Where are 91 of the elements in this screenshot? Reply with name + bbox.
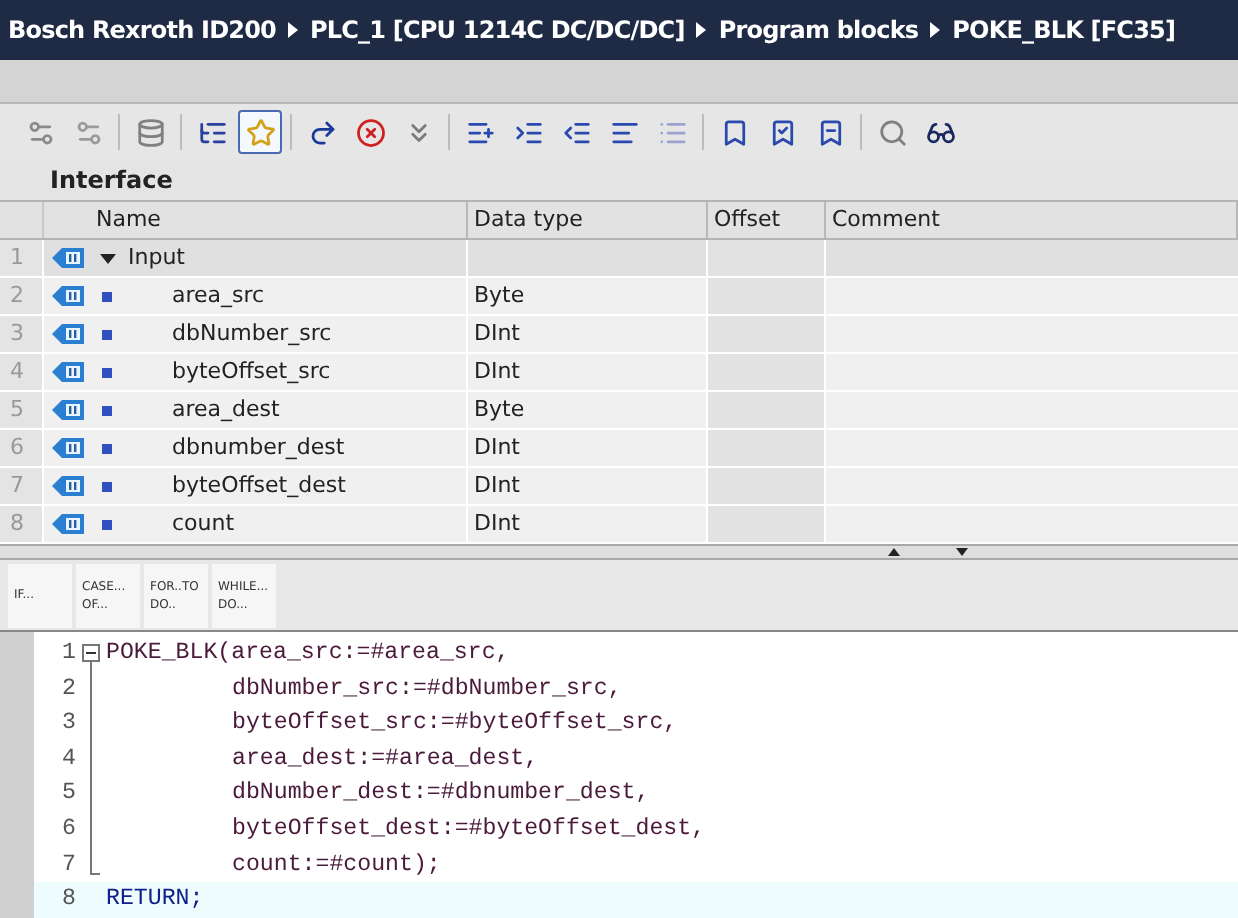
table-cell xyxy=(708,468,826,504)
table-row[interactable]: 5 area_dest Byte xyxy=(0,392,1238,430)
section-title: Interface xyxy=(50,164,173,198)
parameter-icon xyxy=(51,362,83,382)
table-row[interactable]: 3 dbNumber_src DInt xyxy=(0,316,1238,354)
caret-icon[interactable] xyxy=(100,250,116,266)
line-number: 4 xyxy=(60,743,76,776)
settings-icon xyxy=(73,117,103,147)
bullet-icon xyxy=(102,481,112,491)
table-cell xyxy=(708,354,826,390)
column-header[interactable]: Comment xyxy=(826,202,1238,238)
database-icon xyxy=(135,117,165,147)
chevron-right-icon xyxy=(930,22,941,38)
column-header[interactable]: Data type xyxy=(468,202,708,238)
column-header[interactable]: Offset xyxy=(708,202,826,238)
parameter-icon xyxy=(51,324,83,344)
row-number: 5 xyxy=(0,392,44,428)
bullet-icon xyxy=(102,443,112,453)
row-number: 8 xyxy=(0,506,44,542)
remove-icon xyxy=(355,117,385,147)
toolbar-button[interactable] xyxy=(238,110,282,154)
glasses-icon xyxy=(925,117,955,147)
parameter-icon xyxy=(51,248,83,268)
breadcrumb-item[interactable]: PLC_1 [CPU 1214C DC/DC/DC] xyxy=(309,12,685,48)
row-number: 7 xyxy=(0,468,44,504)
section-name: Input xyxy=(128,241,185,274)
settings-icon xyxy=(25,117,55,147)
parameter-name: byteOffset_dest xyxy=(172,469,346,502)
row-number: 6 xyxy=(0,430,44,466)
parameter-icon xyxy=(51,286,83,306)
parameter-icon xyxy=(51,438,83,458)
parameter-name: count xyxy=(172,507,235,540)
code-line: POKE_BLK(area_src:=#area_src, xyxy=(106,638,510,671)
line-number: 2 xyxy=(60,673,76,706)
star-icon xyxy=(245,117,275,147)
parameter-name: dbNumber_src xyxy=(172,317,332,350)
breadcrumb-item[interactable]: Bosch Rexroth ID200 xyxy=(8,12,276,48)
indent-icon xyxy=(513,117,543,147)
parameter-icon xyxy=(51,400,83,420)
parameter-name: dbnumber_dest xyxy=(172,431,345,464)
redo-icon xyxy=(307,117,337,147)
line-number: 8 xyxy=(60,884,76,917)
table-cell xyxy=(708,278,826,314)
line-number: 3 xyxy=(60,708,76,741)
bookmark-icon xyxy=(719,117,749,147)
row-number: 4 xyxy=(0,354,44,390)
chevron-right-icon xyxy=(696,22,707,38)
bullet-icon xyxy=(102,329,112,339)
code-line: area_dest:=#area_dest, xyxy=(230,743,539,776)
code-line: RETURN; xyxy=(106,884,204,917)
code-line: byteOffset_dest:=#byteOffset_dest, xyxy=(230,814,706,847)
bullet-icon xyxy=(102,405,112,415)
bookmark-icon xyxy=(767,117,797,147)
table-row[interactable]: 6 dbnumber_dest DInt xyxy=(0,430,1238,468)
chevron-right-icon xyxy=(287,22,298,38)
parameter-icon xyxy=(51,476,83,496)
list-icon xyxy=(197,117,227,147)
row-number: 2 xyxy=(0,278,44,314)
row-number: 1 xyxy=(0,240,44,276)
parameter-name: byteOffset_src xyxy=(172,355,331,388)
outdent-icon xyxy=(561,117,591,147)
parameter-icon xyxy=(51,514,83,534)
table-cell xyxy=(708,392,826,428)
table-row[interactable]: 7 byteOffset_dest DInt xyxy=(0,468,1238,506)
line-number: 5 xyxy=(60,778,76,811)
line-number: 1 xyxy=(60,638,76,671)
table-cell xyxy=(708,316,826,352)
code-line: count:=#count); xyxy=(230,849,441,882)
breadcrumb-item[interactable]: POKE_BLK [FC35] xyxy=(952,12,1176,48)
code-line: byteOffset_src:=#byteOffset_src, xyxy=(230,708,678,741)
table-row[interactable]: 4 byteOffset_src DInt xyxy=(0,354,1238,392)
code-line: dbNumber_src:=#dbNumber_src, xyxy=(230,673,622,706)
lines-icon xyxy=(609,117,639,147)
breadcrumb-item[interactable]: Program blocks xyxy=(718,12,919,48)
search-icon xyxy=(877,117,907,147)
line-number: 6 xyxy=(60,814,76,847)
list-icon xyxy=(465,117,495,147)
table-row[interactable]: 8 count DInt xyxy=(0,506,1238,544)
bullet-icon xyxy=(102,519,112,529)
parameter-name: area_dest xyxy=(172,393,280,426)
bookmark-icon xyxy=(815,117,845,147)
code-line: dbNumber_dest:=#dbnumber_dest, xyxy=(230,778,650,811)
bullet-icon xyxy=(102,367,112,377)
column-header[interactable]: Name xyxy=(90,202,468,238)
table-cell xyxy=(708,430,826,466)
bullet-icon xyxy=(102,291,112,301)
parameter-name: area_src xyxy=(172,279,265,312)
lines-icon xyxy=(657,117,687,147)
table-row[interactable]: 2 area_src Byte xyxy=(0,278,1238,316)
line-number: 7 xyxy=(60,849,76,882)
row-number: 3 xyxy=(0,316,44,352)
